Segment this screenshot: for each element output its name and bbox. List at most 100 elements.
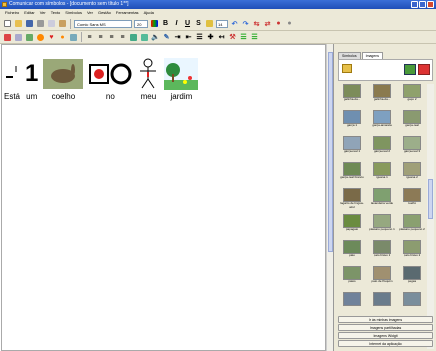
pin-icon[interactable]: ● — [274, 19, 283, 28]
menu-editar[interactable]: Editar — [24, 9, 34, 17]
panel-scrollbar[interactable] — [427, 84, 434, 349]
scroll-thumb[interactable] — [428, 179, 433, 219]
new-doc-icon[interactable] — [3, 19, 12, 28]
symbol-size-select[interactable]: 14 — [216, 19, 228, 28]
folder-icon[interactable] — [342, 64, 352, 73]
image-thumbnail-item[interactable]: pássaro pequeno 1 — [368, 214, 396, 238]
circle-icon[interactable]: ● — [58, 33, 67, 42]
image-thumbnail-item[interactable]: pegas — [398, 266, 426, 290]
columns-icon[interactable] — [140, 33, 149, 42]
list-icon[interactable]: ☰ — [195, 33, 204, 42]
image-thumbnail-item[interactable]: gaço 2 — [398, 84, 426, 108]
color-icon[interactable] — [150, 19, 159, 28]
shared-images-button[interactable]: Imagens partilhadas — [338, 324, 433, 331]
image-thumbnail-item[interactable]: garça-real 1 — [338, 136, 366, 160]
image-thumbnail-item[interactable]: garça 1 — [338, 110, 366, 134]
image-thumbnail-item[interactable]: pássaro pequeno 2 — [398, 214, 426, 238]
draw-icon[interactable] — [3, 33, 12, 42]
image-thumbnail-item[interactable] — [398, 292, 426, 316]
menu-ver-2[interactable]: Ver — [87, 9, 93, 17]
image-thumbnail-item[interactable]: garça-real — [398, 110, 426, 134]
image-thumbnail-item[interactable] — [338, 292, 366, 316]
symbol-word[interactable]: jardim — [164, 58, 199, 101]
menu-ajuda[interactable]: Ajuda — [144, 9, 154, 17]
outdent-icon[interactable]: ⇤ — [184, 33, 193, 42]
open-folder-icon[interactable] — [14, 19, 23, 28]
menu-texto[interactable]: Texto — [51, 9, 61, 17]
close-button[interactable] — [427, 1, 434, 8]
save-icon[interactable] — [25, 19, 34, 28]
image-thumbnail-item[interactable]: garça-real 2 — [368, 136, 396, 160]
image-icon[interactable] — [69, 33, 78, 42]
spell-icon[interactable]: ✎ — [162, 33, 171, 42]
image-thumbnail-item[interactable]: galinha-da... — [338, 84, 366, 108]
justify-icon[interactable]: ≡ — [118, 33, 127, 42]
image-thumbnail-item[interactable]: garça-real 3 — [398, 136, 426, 160]
image-thumbnail-item[interactable]: patos — [338, 266, 366, 290]
font-size-select[interactable]: 20 — [134, 19, 148, 28]
image-thumbnail-item[interactable]: iguana 1 — [368, 162, 396, 186]
stop-icon[interactable]: ● — [285, 19, 294, 28]
image-thumbnail-item[interactable]: galinha-da... — [368, 84, 396, 108]
frame-icon[interactable] — [14, 33, 23, 42]
symbol-word[interactable]: meu — [137, 58, 159, 101]
symbol-word[interactable]: coelho — [43, 58, 84, 101]
green-lines-icon[interactable]: ☰ — [239, 33, 248, 42]
add-image-icon[interactable] — [418, 64, 430, 75]
image-thumbnail-item[interactable]: pato de Pequim — [368, 266, 396, 290]
tool-icon[interactable]: ⚒ — [228, 33, 237, 42]
minimize-button[interactable] — [411, 1, 418, 8]
speaker-icon[interactable]: 🔈 — [151, 33, 160, 42]
widgit-images-button[interactable]: Imagens Widgit — [338, 332, 433, 339]
swap-left-icon[interactable]: ⇆ — [252, 19, 261, 28]
cross-icon[interactable]: ✚ — [206, 33, 215, 42]
palette-icon[interactable] — [36, 33, 45, 42]
image-thumbnail-item[interactable] — [368, 292, 396, 316]
maximize-button[interactable] — [419, 1, 426, 8]
indent-icon[interactable]: ⇥ — [173, 33, 182, 42]
symbol-word[interactable]: Está — [4, 58, 20, 101]
undo-icon[interactable]: ↶ — [230, 19, 239, 28]
app-internet-button[interactable]: Internet da aplicação — [338, 340, 433, 347]
image-thumbnail-item[interactable]: pato — [338, 240, 366, 264]
gallery-icon[interactable] — [404, 64, 416, 75]
image-thumbnail-item[interactable]: iguana 2 — [398, 162, 426, 186]
align-left-icon[interactable]: ≡ — [85, 33, 94, 42]
print-icon[interactable] — [36, 19, 45, 28]
heart-icon[interactable]: ♥ — [47, 33, 56, 42]
italic-button[interactable]: I — [172, 19, 181, 28]
symbol-word[interactable]: no — [88, 58, 132, 101]
editor-scrollbar[interactable] — [326, 44, 333, 351]
grid-icon[interactable] — [25, 33, 34, 42]
image-thumbnail-item[interactable]: garça-amarela — [368, 110, 396, 134]
align-center-icon[interactable]: ≡ — [96, 33, 105, 42]
redo-icon[interactable]: ↷ — [241, 19, 250, 28]
image-thumbnail-item[interactable]: lavandeira verde — [368, 188, 396, 212]
image-thumbnail-item[interactable]: garça-real branco — [338, 162, 366, 186]
font-select[interactable]: Comic Sans MS — [74, 19, 132, 28]
image-thumbnail-item[interactable]: pato bravo 2 — [398, 240, 426, 264]
bold-button[interactable]: B — [161, 19, 170, 28]
swap-right-icon[interactable]: ⇄ — [263, 19, 272, 28]
my-images-button[interactable]: Ir às minhas imagens — [338, 316, 433, 323]
image-thumbnail-item[interactable]: lagarto de língua-azul — [338, 188, 366, 212]
preview-icon[interactable] — [47, 19, 56, 28]
image-thumbnail-item[interactable]: papagaio — [338, 214, 366, 238]
green-lines-2-icon[interactable]: ☰ — [250, 33, 259, 42]
tab-simbolos[interactable]: Símbolos — [338, 52, 361, 59]
underline-button[interactable]: U — [183, 19, 192, 28]
arrow-icon[interactable]: ↤ — [217, 33, 226, 42]
paste-icon[interactable] — [58, 19, 67, 28]
strike-button[interactable]: S — [194, 19, 203, 28]
menu-ferramentas[interactable]: Ferramentas — [116, 9, 139, 17]
menu-simbolos[interactable]: Símbolos — [65, 9, 82, 17]
table-icon[interactable] — [129, 33, 138, 42]
text-size-icon[interactable] — [205, 19, 214, 28]
menu-ficheiro[interactable]: Ficheiro — [5, 9, 19, 17]
image-thumbnail-item[interactable]: pato bravo 1 — [368, 240, 396, 264]
image-thumbnail-item[interactable]: coelho — [398, 188, 426, 212]
menu-ver[interactable]: Ver — [40, 9, 46, 17]
menu-gestao[interactable]: Gestão — [98, 9, 111, 17]
align-right-icon[interactable]: ≡ — [107, 33, 116, 42]
symbol-word[interactable]: 1 um — [25, 58, 38, 101]
